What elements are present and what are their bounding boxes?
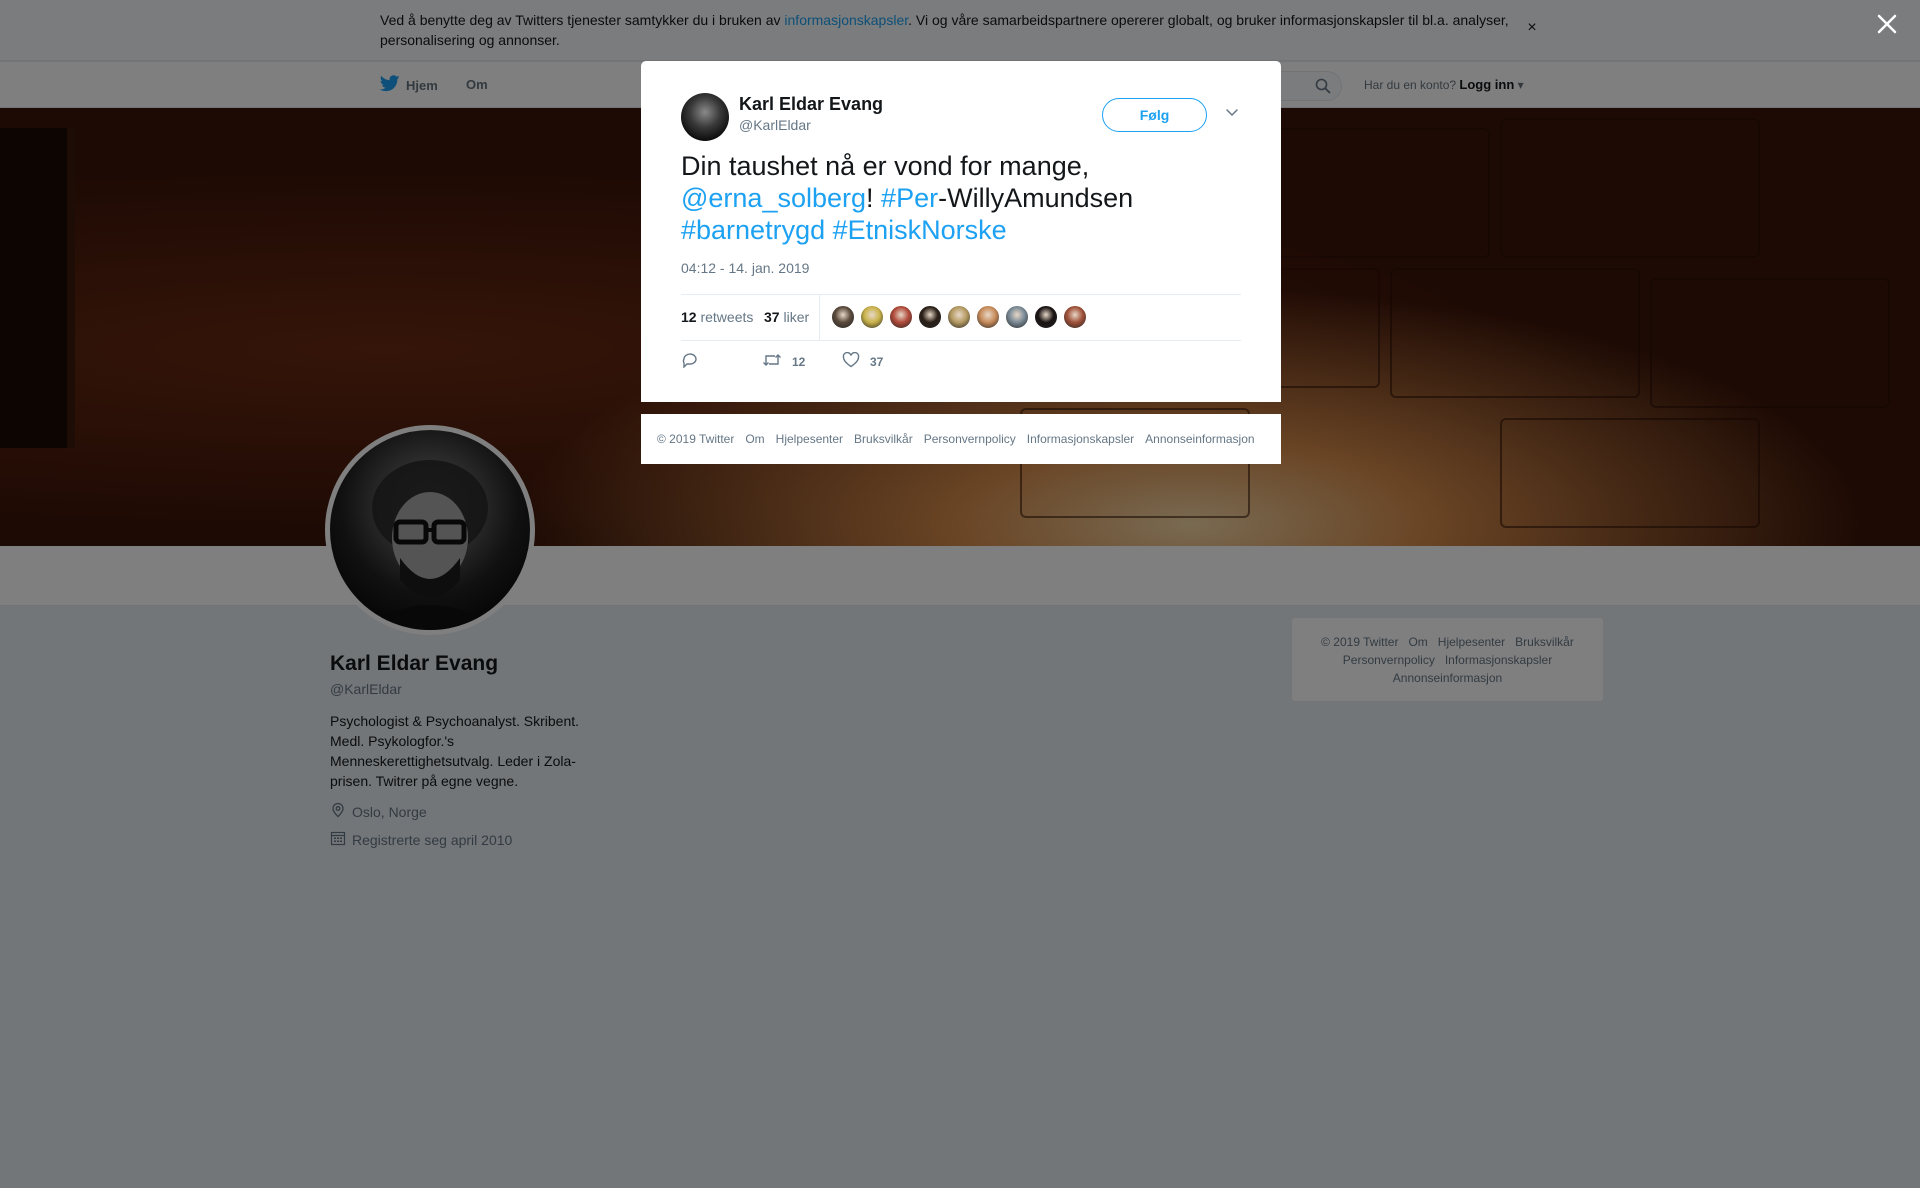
chevron-down-icon[interactable] (1225, 105, 1239, 123)
liker-avatar[interactable] (1063, 305, 1087, 329)
hashtag-link[interactable]: #Per (881, 183, 938, 213)
liker-avatar[interactable] (947, 305, 971, 329)
tweet-text-part: ! (866, 183, 882, 213)
modal-footer-ads[interactable]: Annonseinformasjon (1145, 432, 1254, 446)
liker-avatar[interactable] (860, 305, 884, 329)
likes-count: 37 (764, 309, 780, 325)
follow-button[interactable]: Følg (1102, 98, 1207, 132)
tweet-text: Din taushet nå er vond for mange, @erna_… (681, 150, 1241, 246)
retweets-count: 12 (681, 309, 697, 325)
tweet-actions: 12 37 (681, 351, 1241, 382)
tweet-modal: Karl Eldar Evang @KarlEldar Følg Din tau… (641, 61, 1281, 402)
liker-avatar[interactable] (1034, 305, 1058, 329)
modal-footer-terms[interactable]: Bruksvilkår (854, 432, 913, 446)
modal-footer-about[interactable]: Om (745, 432, 764, 446)
tweet-stats: 12 retweets 37 liker (681, 294, 1241, 341)
retweet-button[interactable]: 12 (762, 352, 805, 371)
like-button[interactable]: 37 (842, 351, 884, 371)
liker-avatar[interactable] (1005, 305, 1029, 329)
like-count: 37 (870, 354, 884, 369)
hashtag-link[interactable]: #barnetrygd (681, 215, 825, 245)
liker-avatar[interactable] (889, 305, 913, 329)
likers-avatars (831, 305, 1087, 329)
modal-footer-cookies[interactable]: Informasjonskapsler (1027, 432, 1134, 446)
tweet-text-part (825, 215, 833, 245)
liker-avatar[interactable] (918, 305, 942, 329)
tweet-text-part: Din taushet nå er vond for mange, (681, 151, 1090, 181)
tweet-text-part: -WillyAmundsen (938, 183, 1134, 213)
tweet-author-name[interactable]: Karl Eldar Evang (739, 94, 883, 115)
likes-label: liker (783, 309, 810, 325)
stats-divider (819, 295, 820, 341)
reply-button[interactable] (681, 352, 699, 371)
mention-link[interactable]: @erna_solberg (681, 183, 866, 213)
heart-icon (842, 351, 860, 371)
liker-avatar[interactable] (976, 305, 1000, 329)
retweets-label: retweets (700, 309, 754, 325)
retweet-count: 12 (792, 354, 806, 369)
tweet-author-handle[interactable]: @KarlEldar (739, 117, 811, 133)
retweets-stat[interactable]: 12 retweets (681, 309, 753, 325)
modal-footer-privacy[interactable]: Personvernpolicy (924, 432, 1016, 446)
modal-footer: © 2019 Twitter Om Hjelpesenter Bruksvilk… (641, 414, 1281, 464)
tweet-author-avatar[interactable] (681, 93, 729, 141)
retweet-icon (762, 352, 782, 371)
likes-stat[interactable]: 37 liker (764, 309, 809, 325)
modal-footer-help[interactable]: Hjelpesenter (776, 432, 843, 446)
tweet-timestamp[interactable]: 04:12 - 14. jan. 2019 (681, 260, 809, 276)
modal-footer-copyright: © 2019 Twitter (657, 432, 735, 446)
liker-avatar[interactable] (831, 305, 855, 329)
close-icon[interactable] (1874, 11, 1900, 37)
hashtag-link[interactable]: #EtniskNorske (833, 215, 1007, 245)
reply-icon (681, 352, 699, 371)
